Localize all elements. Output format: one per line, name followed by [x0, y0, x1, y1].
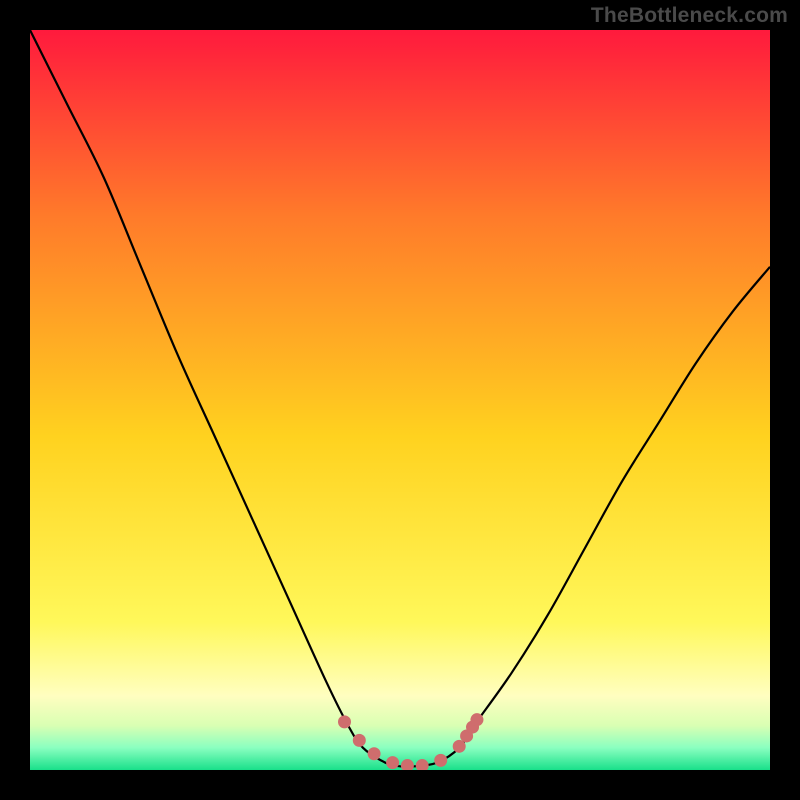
curve-marker	[338, 715, 351, 728]
curve-marker	[470, 713, 483, 726]
curve-marker	[434, 754, 447, 767]
curve-marker	[386, 756, 399, 769]
gradient-background	[30, 30, 770, 770]
curve-marker	[368, 747, 381, 760]
curve-marker	[353, 734, 366, 747]
watermark-text: TheBottleneck.com	[591, 4, 788, 28]
chart-plot-area	[30, 30, 770, 770]
chart-frame: TheBottleneck.com	[0, 0, 800, 800]
chart-svg	[30, 30, 770, 770]
